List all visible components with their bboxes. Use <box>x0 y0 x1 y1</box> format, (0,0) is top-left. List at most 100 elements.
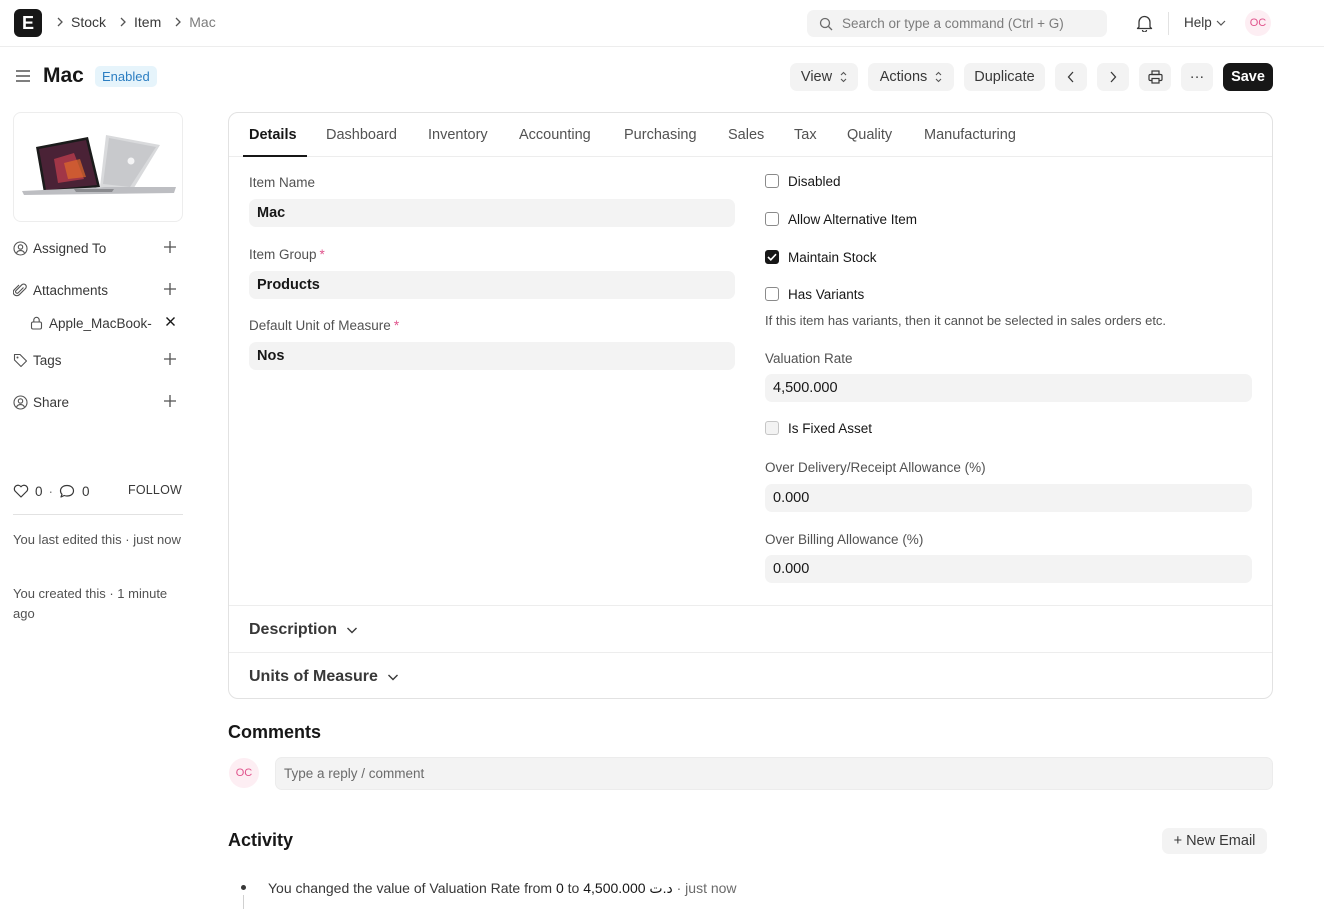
likes-count: 0 <box>35 483 43 499</box>
attachment-file[interactable]: Apple_MacBook- <box>30 313 180 333</box>
navbar-divider <box>1168 12 1169 35</box>
more-options-button[interactable]: ··· <box>1181 63 1213 91</box>
breadcrumb-current[interactable]: Mac <box>189 14 215 30</box>
item-group-label-text: Item Group <box>249 247 317 262</box>
tab-quality[interactable]: Quality <box>847 127 892 143</box>
actions-label: Actions <box>879 69 928 85</box>
has-variants-label: Has Variants <box>788 286 865 302</box>
bell-icon[interactable] <box>1136 14 1153 32</box>
description-title: Description <box>249 621 338 638</box>
follow-button[interactable]: FOLLOW <box>128 483 182 497</box>
form-tabs: Details Dashboard Inventory Accounting P… <box>229 113 1272 157</box>
menu-icon[interactable] <box>15 69 31 83</box>
variants-help-text: If this item has variants, then it canno… <box>765 313 1167 328</box>
disabled-checkbox[interactable] <box>765 174 779 188</box>
plus-icon[interactable] <box>163 394 177 408</box>
tab-manufacturing[interactable]: Manufacturing <box>924 127 1016 143</box>
tags-label: Tags <box>33 352 62 368</box>
chevron-right-icon <box>174 17 182 27</box>
share[interactable]: Share <box>13 392 183 412</box>
tab-details[interactable]: Details <box>249 127 297 143</box>
tab-dashboard[interactable]: Dashboard <box>326 127 397 143</box>
duplicate-button[interactable]: Duplicate <box>964 63 1045 91</box>
user-add-icon <box>13 240 28 256</box>
attachments[interactable]: Attachments <box>13 280 183 300</box>
close-icon[interactable] <box>165 316 176 327</box>
maintain-stock-row[interactable]: Maintain Stock <box>765 248 877 266</box>
active-tab-indicator <box>243 155 307 157</box>
disabled-checkbox-row[interactable]: Disabled <box>765 172 841 190</box>
description-section-header[interactable]: Description <box>249 621 358 639</box>
over-delivery-field[interactable]: 0.000 <box>765 484 1252 512</box>
assigned-to-label: Assigned To <box>33 240 107 256</box>
allow-alternative-checkbox[interactable] <box>765 212 779 226</box>
comments-heading: Comments <box>228 722 322 742</box>
last-edited-note: You last edited this · just now <box>13 532 181 547</box>
fixed-asset-row[interactable]: Is Fixed Asset <box>765 419 872 437</box>
share-user-icon <box>13 394 28 410</box>
tab-inventory[interactable]: Inventory <box>428 127 488 143</box>
over-billing-field[interactable]: 0.000 <box>765 555 1252 583</box>
item-group-field[interactable]: Products <box>249 271 735 299</box>
paperclip-icon <box>13 283 28 298</box>
uom-label: Default Unit of Measure * <box>249 318 399 333</box>
sort-icon <box>840 71 847 83</box>
breadcrumb-stock[interactable]: Stock <box>71 14 106 30</box>
units-of-measure-section[interactable]: Units of Measure <box>229 652 1272 699</box>
allow-alternative-row[interactable]: Allow Alternative Item <box>765 210 917 228</box>
valuation-rate-label: Valuation Rate <box>765 351 853 366</box>
save-button[interactable]: Save <box>1223 63 1273 91</box>
view-button[interactable]: View <box>790 63 858 91</box>
status-badge: Enabled <box>95 66 157 87</box>
breadcrumb-item[interactable]: Item <box>134 14 161 30</box>
units-section-header[interactable]: Units of Measure <box>249 668 399 686</box>
tab-accounting[interactable]: Accounting <box>519 127 591 143</box>
uom-label-text: Default Unit of Measure <box>249 318 391 333</box>
required-marker: * <box>319 247 325 262</box>
chevron-down-icon <box>1216 19 1226 27</box>
plus-icon[interactable] <box>163 240 177 254</box>
plus-icon[interactable] <box>163 352 177 366</box>
valuation-rate-field[interactable]: 4,500.000 <box>765 374 1252 402</box>
uom-field[interactable]: Nos <box>249 342 735 370</box>
has-variants-row[interactable]: Has Variants <box>765 285 864 303</box>
app-logo[interactable]: E <box>14 9 42 37</box>
disabled-label: Disabled <box>788 173 841 189</box>
plus-icon[interactable] <box>163 282 177 296</box>
comment-icon[interactable] <box>59 484 75 499</box>
created-note: You created this · 1 minute ago <box>13 586 168 621</box>
item-image[interactable] <box>13 112 183 222</box>
chevron-down-icon <box>346 626 358 634</box>
over-delivery-label: Over Delivery/Receipt Allowance (%) <box>765 460 986 475</box>
tab-purchasing[interactable]: Purchasing <box>624 127 697 143</box>
maintain-stock-checkbox[interactable] <box>765 250 779 264</box>
help-dropdown[interactable]: Help <box>1184 15 1226 30</box>
next-record-button[interactable] <box>1097 63 1129 91</box>
checkmark-icon <box>767 253 777 261</box>
print-button[interactable] <box>1139 63 1171 91</box>
previous-record-button[interactable] <box>1055 63 1087 91</box>
fixed-asset-checkbox[interactable] <box>765 421 779 435</box>
attachments-label: Attachments <box>33 282 109 298</box>
has-variants-checkbox[interactable] <box>765 287 779 301</box>
tab-tax[interactable]: Tax <box>794 127 817 143</box>
description-section[interactable]: Description <box>229 605 1272 652</box>
comment-input[interactable]: Type a reply / comment <box>275 757 1273 790</box>
new-email-button[interactable]: + New Email <box>1162 828 1267 854</box>
sort-icon <box>935 71 942 83</box>
user-avatar[interactable]: OC <box>1245 10 1271 36</box>
assigned-to[interactable]: Assigned To <box>13 238 183 258</box>
item-name-field[interactable]: Mac <box>249 199 735 227</box>
fixed-asset-label: Is Fixed Asset <box>788 420 873 436</box>
tab-sales[interactable]: Sales <box>728 127 764 143</box>
printer-icon <box>1147 70 1163 84</box>
required-marker: * <box>393 318 400 333</box>
allow-alternative-label: Allow Alternative Item <box>788 211 918 227</box>
sidebar-divider <box>13 514 183 515</box>
actions-button[interactable]: Actions <box>868 63 954 91</box>
heart-icon[interactable] <box>13 484 29 498</box>
search-input[interactable]: Search or type a command (Ctrl + G) <box>807 10 1107 37</box>
attachment-file-name[interactable]: Apple_MacBook- <box>49 316 152 331</box>
tags[interactable]: Tags <box>13 350 183 370</box>
activity-heading: Activity <box>228 830 294 850</box>
